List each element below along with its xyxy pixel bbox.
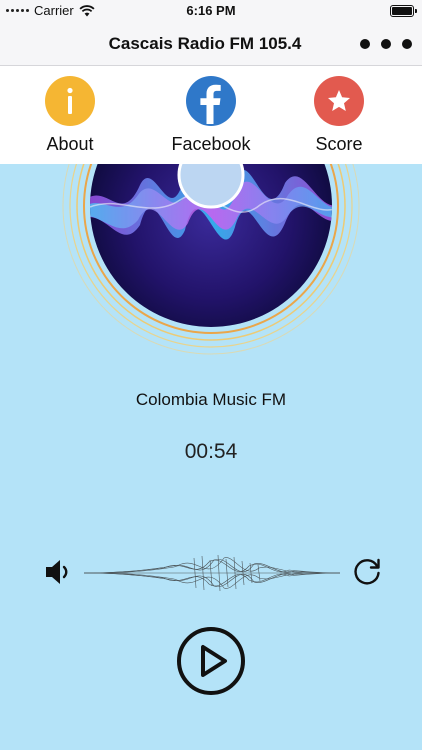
facebook-icon: [186, 76, 236, 126]
play-button[interactable]: [176, 626, 246, 696]
facebook-button[interactable]: Facebook: [151, 76, 271, 155]
refresh-icon[interactable]: [351, 556, 383, 588]
page-title: Cascais Radio FM 105.4: [108, 34, 302, 53]
elapsed-time: 00:54: [184, 440, 238, 463]
facebook-label: Facebook: [171, 134, 251, 154]
about-button[interactable]: About: [10, 76, 130, 155]
navigation-bar: Cascais Radio FM 105.4: [0, 22, 422, 66]
about-label: About: [46, 134, 94, 154]
player-controls: [0, 548, 422, 598]
status-bar: Carrier 6:16 PM: [0, 0, 422, 22]
play-icon: [201, 645, 227, 677]
info-icon: [45, 76, 95, 126]
more-horizontal-icon: [360, 39, 370, 49]
star-icon: [314, 76, 364, 126]
audio-waveform: [84, 554, 340, 592]
score-label: Score: [315, 134, 363, 154]
more-options-button[interactable]: [360, 34, 412, 54]
battery-icon: [390, 5, 417, 17]
status-time: 6:16 PM: [186, 3, 236, 18]
station-name: Colombia Music FM: [135, 390, 287, 409]
action-row: About Facebook Score: [0, 66, 422, 164]
score-button[interactable]: Score: [279, 76, 399, 155]
speaker-icon[interactable]: [44, 558, 74, 586]
